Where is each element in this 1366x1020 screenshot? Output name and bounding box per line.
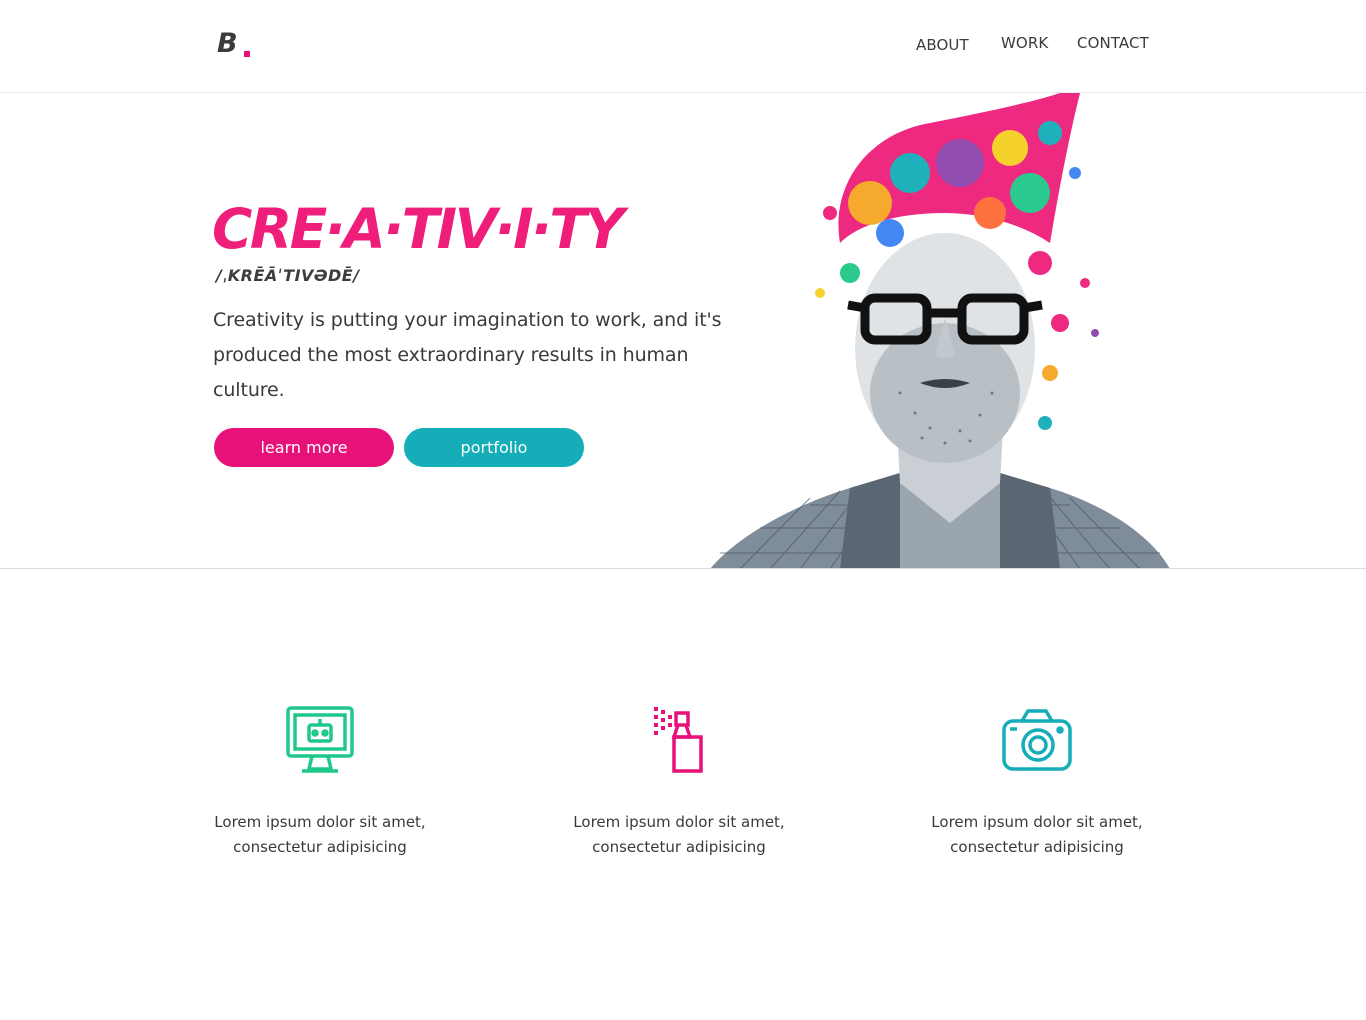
feature-text: Lorem ipsum dolor sit amet, consectetur … — [931, 813, 1143, 856]
portfolio-button[interactable]: portfolio — [404, 428, 584, 467]
hero-phonetic: /ˌKRĒĀˈTIVƏDĒ/ — [216, 266, 360, 285]
computer-monitor-icon — [286, 706, 354, 773]
hero-description: Creativity is putting your imagination t… — [213, 309, 722, 401]
nav-about-link[interactable]: ABOUT — [916, 36, 969, 54]
site-header: B ABOUT WORK CONTACT — [0, 0, 1366, 93]
logo-dot — [244, 51, 250, 57]
feature-text: Lorem ipsum dolor sit amet, consectetur … — [573, 813, 785, 856]
features-section: Lorem ipsum dolor sit amet, consectetur … — [0, 570, 1366, 1020]
logo-text: B — [217, 28, 238, 59]
learn-more-button[interactable]: learn more — [214, 428, 394, 467]
camera-icon — [1002, 709, 1072, 771]
portrait-illustration — [710, 93, 1170, 568]
hero-title: CRE·A·TIV·I·TY — [212, 197, 624, 261]
nav-contact-link[interactable]: CONTACT — [1077, 34, 1149, 52]
hero-section: CRE·A·TIV·I·TY /ˌKRĒĀˈTIVƏDĒ/ Creativity… — [0, 93, 1366, 569]
nav-work-link[interactable]: WORK — [1001, 34, 1048, 52]
logo[interactable]: B — [217, 28, 250, 60]
feature-text: Lorem ipsum dolor sit amet, consectetur … — [214, 813, 426, 856]
spray-bottle-icon — [654, 707, 703, 773]
